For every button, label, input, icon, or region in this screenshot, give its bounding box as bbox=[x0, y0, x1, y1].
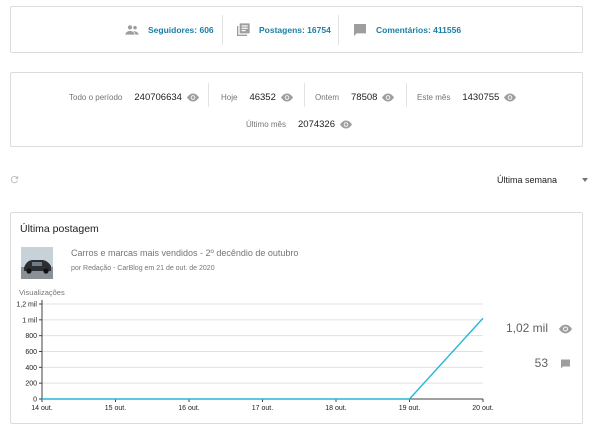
followers-stat[interactable]: Seguidores: 606 bbox=[124, 7, 214, 52]
stat-value: 1430755 bbox=[462, 91, 500, 103]
people-icon bbox=[125, 24, 139, 35]
y-tick-label: 800 bbox=[25, 333, 37, 340]
x-tick-label: 15 out. bbox=[105, 405, 126, 412]
eye-icon bbox=[280, 93, 293, 101]
eye-icon bbox=[382, 93, 395, 101]
stat-value: 46352 bbox=[249, 91, 276, 103]
stat-label: Ontem bbox=[315, 92, 340, 102]
stat-value: 78508 bbox=[351, 91, 378, 103]
x-tick-label: 16 out. bbox=[178, 405, 199, 412]
comment-icon bbox=[354, 23, 366, 36]
x-tick-label: 19 out. bbox=[399, 405, 420, 412]
eye-icon bbox=[504, 93, 517, 101]
eye-icon bbox=[186, 93, 199, 101]
divider bbox=[406, 83, 407, 107]
stat-label: Este mês bbox=[417, 92, 451, 102]
pageviews-card: Todo o período 240706634 Hoje 46352 Onte… bbox=[10, 72, 583, 147]
latest-post-card: Última postagem Carros e marcas mais ven… bbox=[10, 212, 583, 424]
caret-down-icon bbox=[582, 178, 588, 182]
posts-label: Postagens: 16754 bbox=[259, 24, 331, 35]
library-books-icon bbox=[237, 22, 250, 36]
divider bbox=[222, 15, 223, 45]
y-tick-label: 0 bbox=[33, 397, 37, 404]
views-chart: 1,2 mil 1 mil 800 600 400 200 014 out. 15 out. 1… bbox=[16, 300, 494, 412]
divider bbox=[208, 83, 209, 107]
stat-all-time: Todo o período 240706634 bbox=[69, 89, 199, 105]
views-series-line bbox=[42, 317, 484, 400]
y-tick-label: 1,2 mil bbox=[16, 302, 37, 309]
x-tick-label: 17 out. bbox=[252, 405, 273, 412]
stat-last-month: Último mês 2074326 bbox=[246, 116, 352, 132]
views-total: 1,02 mil bbox=[506, 321, 548, 335]
divider bbox=[338, 15, 339, 45]
stat-today: Hoje 46352 bbox=[221, 89, 293, 105]
date-range-value: Última semana bbox=[497, 175, 558, 185]
followers-label: Seguidores: 606 bbox=[148, 24, 214, 35]
divider bbox=[304, 83, 305, 107]
y-tick-label: 400 bbox=[25, 365, 37, 372]
stat-value: 240706634 bbox=[134, 91, 182, 103]
refresh-icon[interactable] bbox=[9, 174, 20, 185]
x-tick-label: 14 out. bbox=[31, 405, 52, 412]
stat-yesterday: Ontem 78508 bbox=[315, 89, 395, 105]
comments-total-value: 53 bbox=[534, 356, 548, 370]
stat-value: 2074326 bbox=[298, 118, 335, 130]
stat-label: Último mês bbox=[246, 119, 287, 129]
comments-stat[interactable]: Comentários: 411556 bbox=[352, 7, 461, 52]
y-tick-label: 1 mil bbox=[22, 317, 37, 324]
eye-icon bbox=[340, 120, 352, 128]
views-total-value: 1,02 mil bbox=[505, 321, 548, 335]
posts-stat[interactable]: Postagens: 16754 bbox=[235, 7, 331, 52]
comments-label: Comentários: 411556 bbox=[376, 24, 462, 35]
eye-icon bbox=[559, 324, 572, 334]
date-range-select[interactable]: Última semana bbox=[497, 173, 590, 187]
y-tick-label: 200 bbox=[25, 381, 37, 388]
summary-card: Seguidores: 606 Postagens: 16754 Comentá… bbox=[10, 6, 583, 53]
x-tick-label: 18 out. bbox=[325, 405, 346, 412]
comments-total: 53 bbox=[535, 356, 548, 370]
x-tick-label: 20 out. bbox=[472, 405, 493, 412]
stat-label: Hoje bbox=[221, 92, 238, 102]
stat-this-month: Este mês 1430755 bbox=[417, 89, 517, 105]
y-tick-label: 600 bbox=[25, 349, 37, 356]
comment-icon bbox=[561, 359, 570, 369]
stat-label: Todo o período bbox=[69, 92, 123, 102]
